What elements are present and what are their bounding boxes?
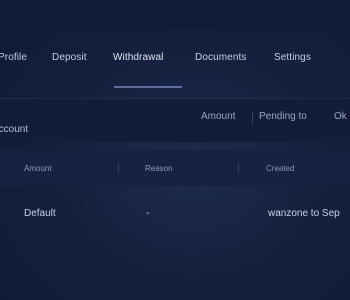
section-title: Account <box>0 124 29 135</box>
divider <box>0 98 350 99</box>
column-separator <box>118 163 119 173</box>
tab-withdrawal[interactable]: Withdrawal <box>113 52 163 63</box>
tab-settings[interactable]: Settings <box>274 52 311 63</box>
tab-deposit[interactable]: Deposit <box>52 52 87 63</box>
column-header-amount[interactable]: Amount <box>24 164 52 173</box>
column-header-created[interactable]: Created <box>266 164 294 173</box>
tab-profile[interactable]: Profile <box>0 52 27 63</box>
filter-amount[interactable]: Amount <box>201 111 235 122</box>
filter-divider <box>252 112 253 124</box>
table-header: Amount Reason Created <box>0 150 350 186</box>
cell-amount: Default <box>24 208 56 219</box>
account-section: Account Amount Pending to Ok <box>0 100 350 142</box>
page: { "tabs": [ {"label": "Profile"}, {"labe… <box>0 0 350 300</box>
top-bar <box>0 0 350 30</box>
account-tabs: Profile Deposit Withdrawal Documents Set… <box>0 46 350 76</box>
column-header-reason[interactable]: Reason <box>145 164 173 173</box>
table-row[interactable]: Default - wanzone to Sep <box>0 192 350 232</box>
cell-reason: - <box>146 208 150 219</box>
tab-documents[interactable]: Documents <box>195 52 246 63</box>
cell-created: wanzone to Sep <box>268 208 340 219</box>
active-tab-indicator <box>114 86 182 88</box>
filter-pending[interactable]: Pending to <box>259 111 307 122</box>
filter-ok[interactable]: Ok <box>334 111 347 122</box>
column-separator <box>238 163 239 173</box>
